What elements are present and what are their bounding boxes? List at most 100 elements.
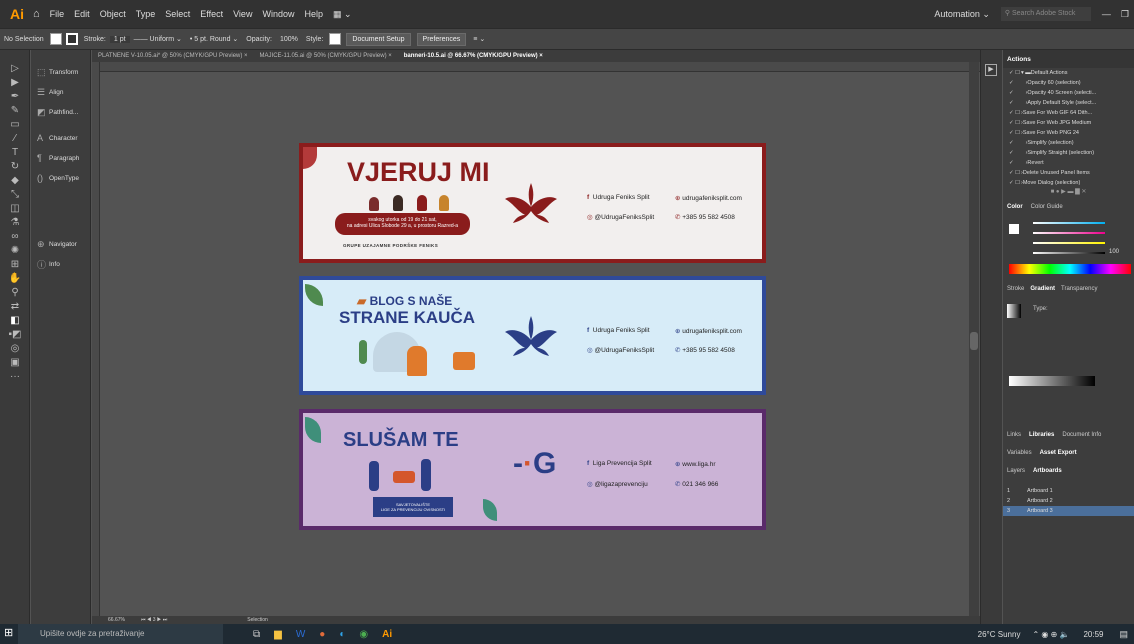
- action-item[interactable]: ✓ › Opacity 60 (selection): [1003, 78, 1134, 88]
- word-icon[interactable]: W: [296, 629, 305, 640]
- action-item[interactable]: ✓ › Simplify (selection): [1003, 138, 1134, 148]
- stock-search-input[interactable]: ⚲ Search Adobe Stock: [1000, 7, 1091, 21]
- tab-artboards[interactable]: Artboards: [1033, 468, 1062, 480]
- brush-definition[interactable]: • 5 pt. Round ⌄: [186, 35, 242, 43]
- tab-libraries[interactable]: Libraries: [1029, 432, 1054, 444]
- vertical-ruler[interactable]: [92, 62, 100, 622]
- action-item[interactable]: ✓ ☐ ▾ ▬ Default Actions: [1003, 68, 1134, 78]
- menu-select[interactable]: Select: [160, 9, 195, 19]
- artboard-row[interactable]: 1 Artboard 1: [1003, 486, 1134, 496]
- draw-mode-icon[interactable]: ◎: [0, 342, 30, 356]
- action-item[interactable]: ✓ › Simplify Straight (selection): [1003, 148, 1134, 158]
- task-view-icon[interactable]: ⧉: [253, 629, 260, 640]
- home-icon[interactable]: ⌂: [28, 8, 45, 20]
- system-tray[interactable]: ⌃ ◉ ⊕ 🔈: [1032, 630, 1083, 639]
- variable-width-profile[interactable]: —— Uniform ⌄: [130, 35, 186, 43]
- selection-tool-icon[interactable]: ▷: [0, 62, 30, 76]
- actions-tab[interactable]: Actions: [1007, 56, 1031, 63]
- eyedropper-tool-icon[interactable]: ⚗: [0, 216, 30, 230]
- panel-align[interactable]: ☰ Align: [31, 82, 90, 102]
- fill-stroke-icon[interactable]: ◧: [0, 314, 30, 328]
- screen-mode-icon[interactable]: ▣: [0, 356, 30, 370]
- panel-character[interactable]: A Character: [31, 128, 90, 148]
- action-item[interactable]: ✓ ☐ › Save For Web GIF 64 Dith...: [1003, 108, 1134, 118]
- action-item[interactable]: ✓ › Opacity 40 Screen (selecti...: [1003, 88, 1134, 98]
- paint-icon[interactable]: ●: [319, 629, 325, 640]
- menu-object[interactable]: Object: [95, 9, 131, 19]
- panel-pathfinder[interactable]: ◩ Pathfind...: [31, 102, 90, 122]
- horizontal-ruler[interactable]: [100, 62, 980, 72]
- panel-info[interactable]: ⓘ Info: [31, 254, 90, 274]
- menu-help[interactable]: Help: [299, 9, 328, 19]
- panel-navigator[interactable]: ⊕ Navigator: [31, 234, 90, 254]
- align-icon[interactable]: ≡ ⌄: [469, 35, 489, 43]
- k-value[interactable]: 100: [1109, 249, 1119, 255]
- direct-selection-tool-icon[interactable]: ▶: [0, 76, 30, 90]
- tab-gradient[interactable]: Gradient: [1030, 286, 1055, 298]
- edge-icon[interactable]: ◐: [339, 629, 345, 640]
- more-tools-icon[interactable]: ···: [0, 370, 30, 384]
- workspace-switcher[interactable]: Automation ⌄: [929, 9, 995, 20]
- action-item[interactable]: ✓ › Revert: [1003, 158, 1134, 168]
- tab-asset-export[interactable]: Asset Export: [1040, 450, 1077, 462]
- color-mode-icon[interactable]: ▪◩: [0, 328, 30, 342]
- tab-color[interactable]: Color: [1007, 204, 1023, 216]
- vertical-scrollbar[interactable]: [969, 62, 979, 622]
- tab-layers[interactable]: Layers: [1007, 468, 1025, 480]
- blend-tool-icon[interactable]: ∞: [0, 230, 30, 244]
- tab-variables[interactable]: Variables: [1007, 450, 1032, 462]
- artboard-navigator[interactable]: ⏮ ◀ 3 ▶ ⏭: [125, 617, 167, 623]
- menu-edit[interactable]: Edit: [69, 9, 95, 19]
- file-explorer-icon[interactable]: ▆: [274, 629, 282, 640]
- preferences-button[interactable]: Preferences: [416, 32, 467, 46]
- action-item[interactable]: ✓ ☐ › Save For Web JPG Medium: [1003, 118, 1134, 128]
- panel-transform[interactable]: ⬚ Transform: [31, 62, 90, 82]
- menu-type[interactable]: Type: [131, 9, 161, 19]
- artboard-banner-1[interactable]: VJERUJ MI svakog utorka od 19 do 21 sat,…: [299, 143, 766, 263]
- tab-color-guide[interactable]: Color Guide: [1031, 204, 1063, 216]
- tab-transparency[interactable]: Transparency: [1061, 286, 1097, 298]
- taskbar-search-input[interactable]: Upišite ovdje za pretraživanje: [18, 624, 223, 644]
- menu-effect[interactable]: Effect: [195, 9, 228, 19]
- hand-tool-icon[interactable]: ✋: [0, 272, 30, 286]
- panel-opentype[interactable]: () OpenType: [31, 168, 90, 188]
- artboard-banner-2[interactable]: ▰ BLOG S NAŠE STRANE KAUČA f Udruga Feni…: [299, 276, 766, 395]
- zoom-level[interactable]: 66.67%: [92, 617, 125, 623]
- document-setup-button[interactable]: Document Setup: [346, 32, 411, 46]
- paintbrush-tool-icon[interactable]: ⁄: [0, 132, 30, 146]
- stroke-swatch[interactable]: [65, 33, 78, 45]
- width-tool-icon[interactable]: ◫: [0, 202, 30, 216]
- tab-stroke[interactable]: Stroke: [1007, 286, 1024, 298]
- yellow-slider[interactable]: [1033, 242, 1105, 244]
- actions-toolbar[interactable]: ■ ● ▶ ▬ ▇ ✕: [1003, 188, 1134, 198]
- color-spectrum[interactable]: [1009, 264, 1131, 274]
- symbol-sprayer-icon[interactable]: ✺: [0, 244, 30, 258]
- menu-view[interactable]: View: [228, 9, 257, 19]
- zoom-tool-icon[interactable]: ⚲: [0, 286, 30, 300]
- pen-tool-icon[interactable]: ✒: [0, 90, 30, 104]
- type-tool-icon[interactable]: T: [0, 146, 30, 160]
- opacity-field[interactable]: 100%: [276, 36, 302, 43]
- artboard-banner-3[interactable]: SLUŠAM TE SAVJETOVALIŠTE LIGE ZA PREVENC…: [299, 409, 766, 530]
- magenta-slider[interactable]: [1033, 232, 1105, 234]
- shaper-tool-icon[interactable]: ◆: [0, 174, 30, 188]
- action-item[interactable]: ✓ ☐ › Save For Web PNG 24: [1003, 128, 1134, 138]
- menu-file[interactable]: File: [45, 9, 70, 19]
- action-item[interactable]: ✓ ☐ › Delete Unused Panel Items: [1003, 168, 1134, 178]
- swap-fill-stroke-icon[interactable]: ⇄: [0, 300, 30, 314]
- panel-paragraph[interactable]: ¶ Paragraph: [31, 148, 90, 168]
- arrange-documents-icon[interactable]: ▦ ⌄: [328, 9, 357, 20]
- action-item[interactable]: ✓ › Apply Default Style (select...: [1003, 98, 1134, 108]
- tab-banneri[interactable]: banneri-10.5.ai @ 66.67% (CMYK/GPU Previ…: [398, 53, 549, 59]
- weather-widget[interactable]: 26°C Sunny: [978, 630, 1033, 639]
- illustrator-taskbar-icon[interactable]: Ai: [382, 629, 392, 640]
- chrome-icon[interactable]: ◉: [359, 629, 368, 640]
- clock[interactable]: 20:59: [1083, 630, 1119, 639]
- action-item[interactable]: ✓ ☐ › Move Dialog (selection): [1003, 178, 1134, 188]
- rectangle-tool-icon[interactable]: ▭: [0, 118, 30, 132]
- tab-platnene[interactable]: PLATNENE V-10.05.ai* @ 50% (CMYK/GPU Pre…: [92, 53, 254, 59]
- fill-color-icon[interactable]: [1009, 224, 1019, 234]
- gradient-ramp[interactable]: [1009, 376, 1095, 386]
- artboard-tool-icon[interactable]: ⊞: [0, 258, 30, 272]
- opacity-label[interactable]: Opacity:: [242, 36, 276, 43]
